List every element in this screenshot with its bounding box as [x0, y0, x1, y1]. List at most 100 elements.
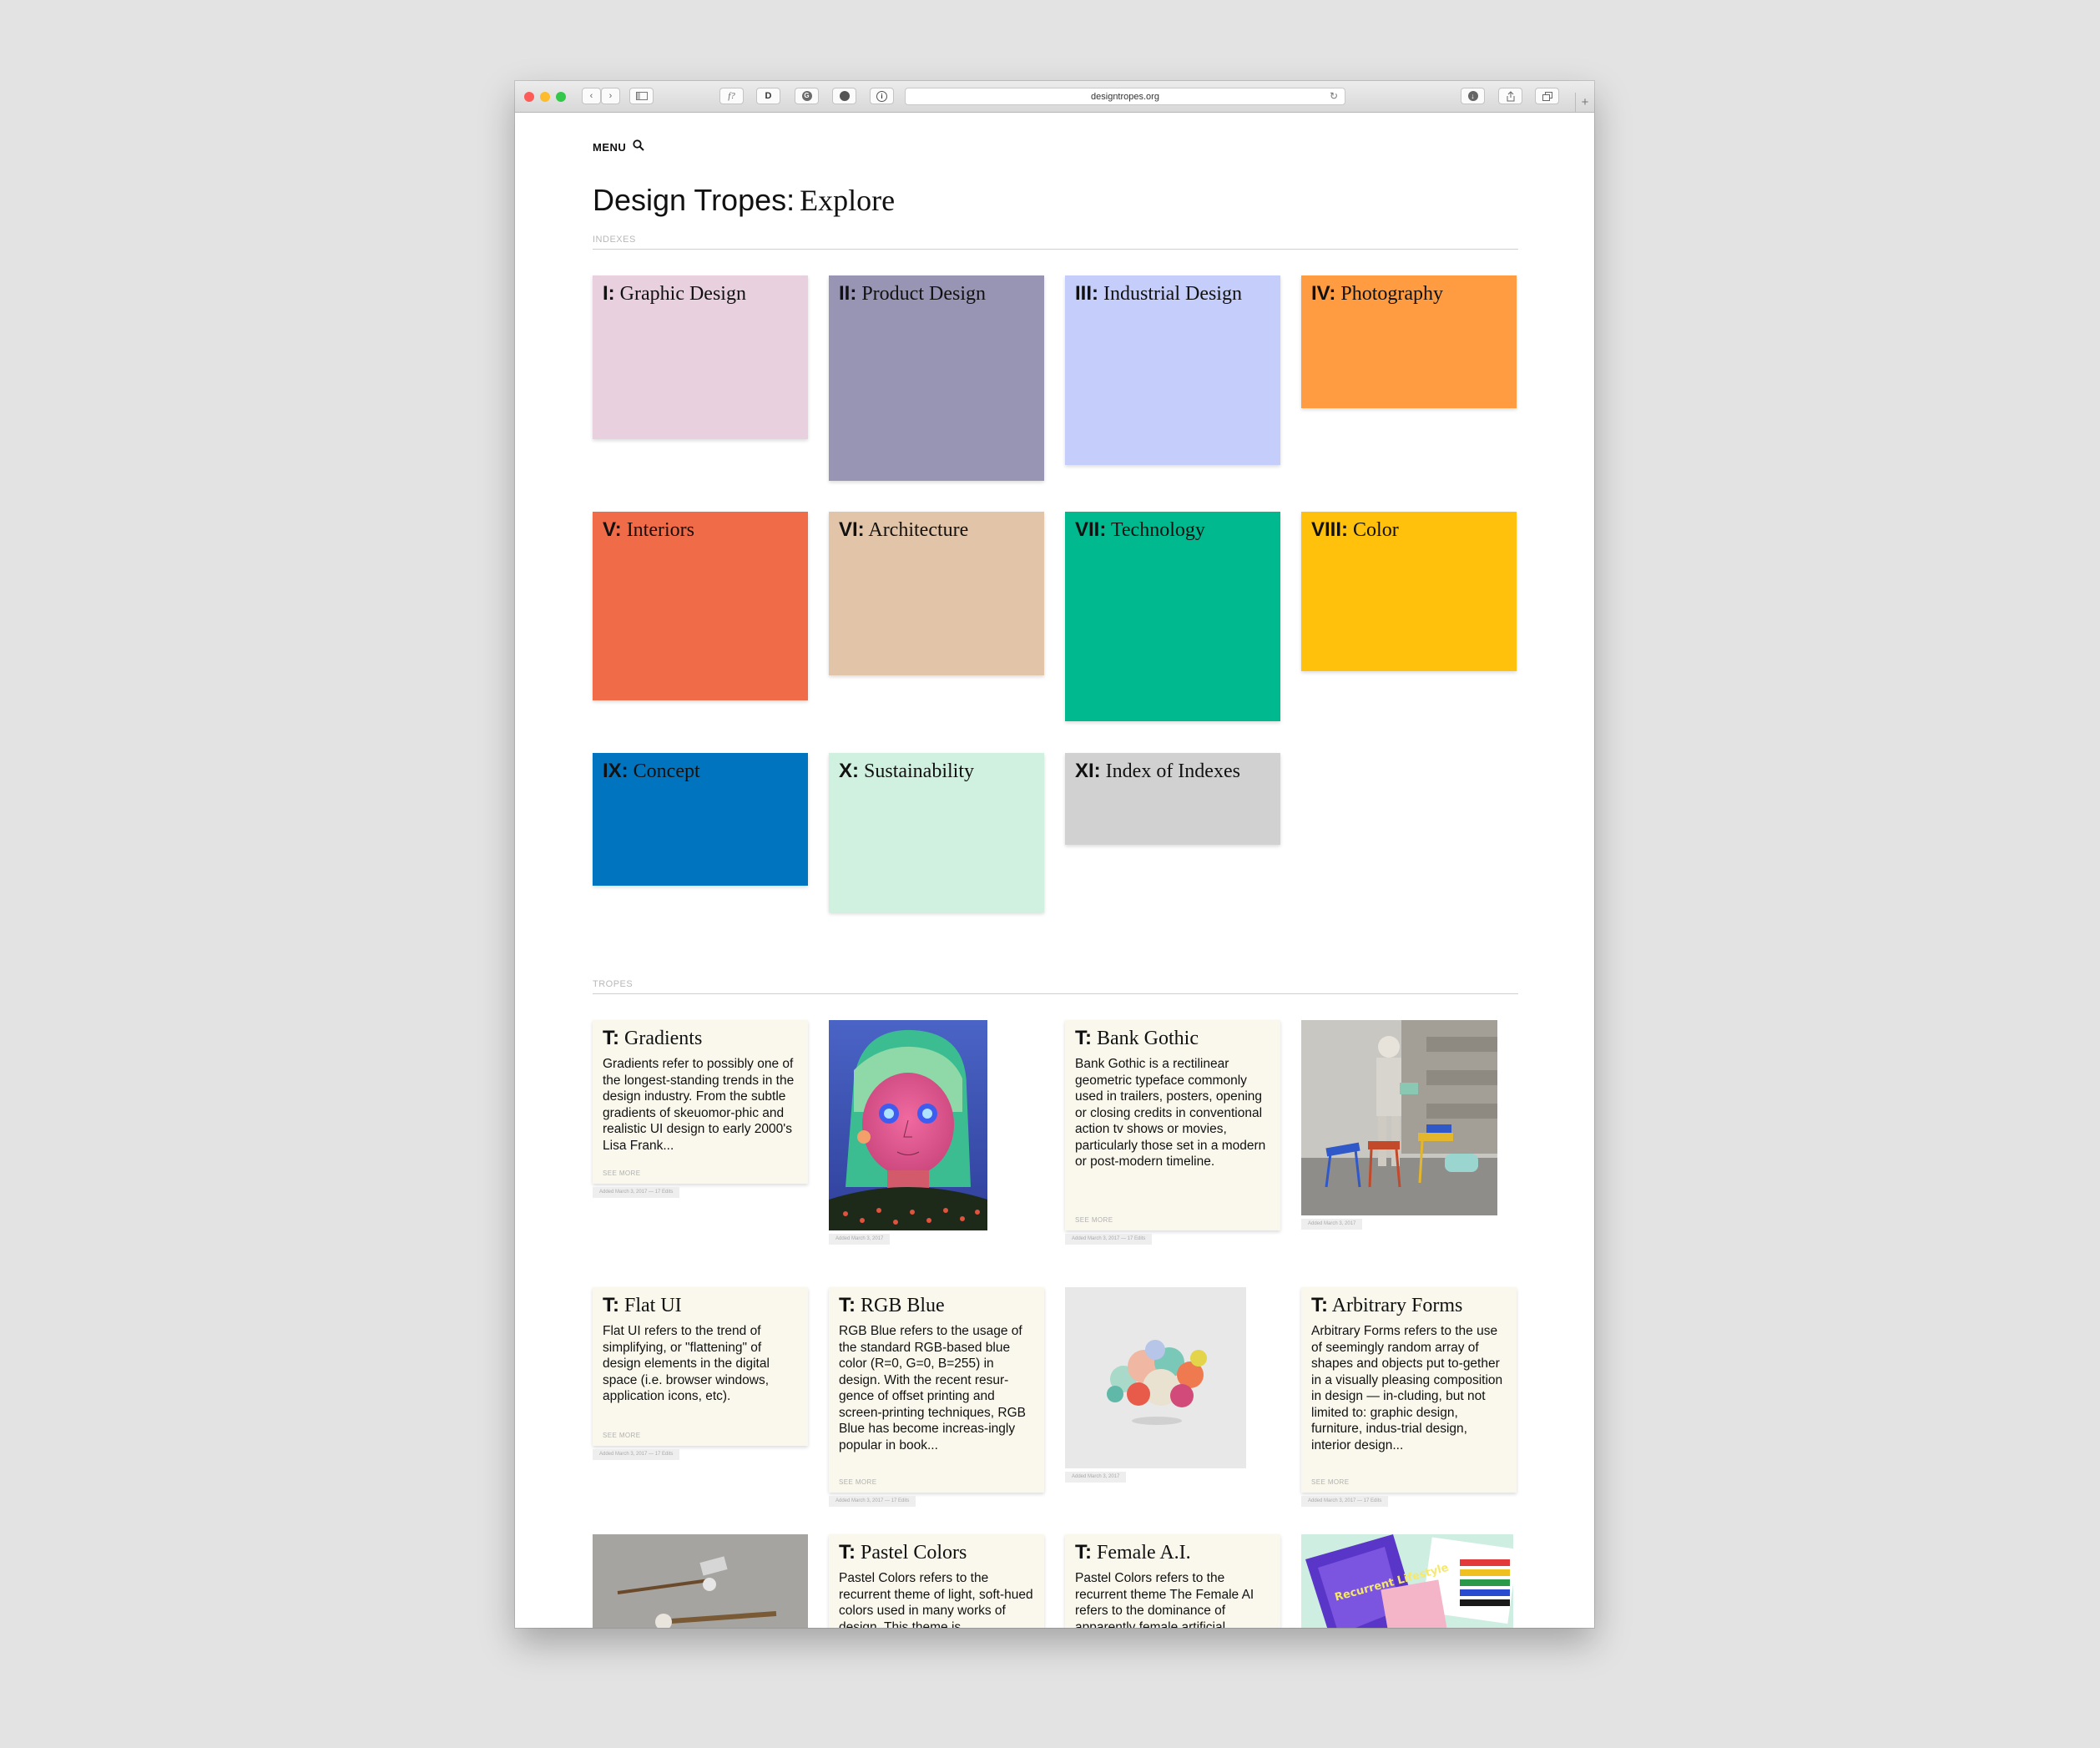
trope-meta: Added March 3, 2017 — 17 Edits [593, 1449, 680, 1460]
trope-description: Gradients refer to possibly one of the l… [603, 1057, 795, 1153]
trope-name: Gradients [624, 1028, 703, 1049]
download-icon[interactable]: ↓ [1461, 88, 1485, 104]
tabs-icon[interactable] [1535, 88, 1559, 104]
trope-title: T: Gradients [603, 1027, 702, 1050]
index-card-industrial-design[interactable]: III: Industrial Design [1065, 275, 1280, 465]
menu-label: MENU [593, 140, 627, 154]
index-card-sustainability[interactable]: X: Sustainability [829, 753, 1044, 912]
chairs-photo-image[interactable] [1301, 1020, 1497, 1215]
trope-card-bank-gothic[interactable]: T: Bank Gothic Bank Gothic is a rectilin… [1065, 1020, 1280, 1230]
index-card-title: VIII: Color [1311, 518, 1399, 542]
trope-card-pastel-colors[interactable]: T: Pastel Colors Pastel Colors refers to… [829, 1534, 1044, 1628]
index-card-title: XI: Index of Indexes [1075, 760, 1240, 783]
index-name: Sustainability [864, 760, 974, 782]
close-window-icon[interactable] [524, 92, 534, 102]
index-name: Technology [1110, 519, 1205, 541]
indexes-section-label: INDEXES [593, 235, 636, 245]
trope-name: Bank Gothic [1097, 1028, 1199, 1049]
see-more-link[interactable]: SEE MORE [839, 1478, 876, 1486]
index-numeral: VII: [1075, 518, 1107, 541]
trope-card-gradients[interactable]: T: Gradients Gradients refer to possibly… [593, 1020, 808, 1184]
address-bar[interactable]: designtropes.org ↻ [905, 88, 1345, 105]
index-name: Color [1353, 519, 1399, 541]
trope-meta: Added March 3, 2017 — 17 Edits [1301, 1496, 1389, 1507]
tropes-divider [593, 993, 1518, 994]
dribbble-extension-icon[interactable]: D [756, 88, 780, 104]
index-card-photography[interactable]: IV: Photography [1301, 275, 1517, 408]
trope-card-female-ai[interactable]: T: Female A.I. Pastel Colors refers to t… [1065, 1534, 1280, 1628]
index-card-architecture[interactable]: VI: Architecture [829, 512, 1044, 675]
back-icon[interactable]: ‹ [582, 88, 601, 104]
index-numeral: III: [1075, 282, 1098, 305]
trope-title: T: RGB Blue [839, 1294, 945, 1317]
index-numeral: VI: [839, 518, 865, 541]
index-card-color[interactable]: VIII: Color [1301, 512, 1517, 671]
trope-card-arbitrary-forms[interactable]: T: Arbitrary Forms Arbitrary Forms refer… [1301, 1287, 1517, 1493]
index-card-title: II: Product Design [839, 282, 986, 306]
browser-window: ‹ › f? D G i designtropes.org ↻ ↓ + MENU… [515, 81, 1594, 1628]
index-card-concept[interactable]: IX: Concept [593, 753, 808, 886]
reload-icon[interactable]: ↻ [1330, 90, 1338, 102]
image-meta: Added March 3, 2017 [1065, 1472, 1127, 1483]
trope-title: T: Arbitrary Forms [1311, 1294, 1462, 1317]
font-extension-icon[interactable]: f? [719, 88, 744, 104]
see-more-link[interactable]: SEE MORE [603, 1432, 640, 1439]
tools-photo-image[interactable] [593, 1534, 808, 1628]
ghostery-extension-icon[interactable] [832, 88, 856, 104]
index-name: Architecture [868, 519, 969, 541]
trope-title: T: Female A.I. [1075, 1541, 1191, 1564]
index-card-title: VII: Technology [1075, 518, 1205, 542]
minimize-window-icon[interactable] [540, 92, 550, 102]
trope-description: Arbitrary Forms refers to the use of see… [1311, 1324, 1503, 1452]
menu-button[interactable]: MENU [593, 139, 644, 154]
index-numeral: IX: [603, 760, 628, 782]
new-tab-icon[interactable]: + [1575, 93, 1594, 112]
sidebar-icon[interactable] [629, 88, 654, 104]
index-card-title: X: Sustainability [839, 760, 974, 783]
indexes-divider [593, 249, 1518, 250]
trope-name: Pastel Colors [861, 1542, 967, 1564]
index-name: Concept [633, 760, 700, 782]
address-url: designtropes.org [1091, 91, 1159, 102]
info-extension-icon[interactable]: i [870, 88, 894, 104]
index-numeral: VIII: [1311, 518, 1349, 541]
trope-description: RGB Blue refers to the usage of the stan… [839, 1324, 1027, 1452]
index-card-title: I: Graphic Design [603, 282, 746, 306]
trope-title: T: Pastel Colors [839, 1541, 967, 1564]
index-numeral: XI: [1075, 760, 1101, 782]
trope-card-flat-ui[interactable]: T: Flat UI Flat UI refers to the trend o… [593, 1287, 808, 1446]
index-numeral: IV: [1311, 282, 1336, 305]
index-numeral: V: [603, 518, 622, 541]
trope-title: T: Flat UI [603, 1294, 682, 1317]
trope-meta: Added March 3, 2017 — 17 Edits [593, 1187, 680, 1198]
trope-prefix: T: [1075, 1541, 1092, 1564]
index-card-title: IV: Photography [1311, 282, 1443, 306]
image-meta: Added March 3, 2017 [1301, 1219, 1363, 1230]
index-card-interiors[interactable]: V: Interiors [593, 512, 808, 700]
see-more-link[interactable]: SEE MORE [603, 1170, 640, 1177]
index-name: Photography [1340, 283, 1444, 305]
index-card-product-design[interactable]: II: Product Design [829, 275, 1044, 481]
sculpture-photo-image[interactable] [1065, 1287, 1246, 1468]
trope-prefix: T: [603, 1294, 619, 1316]
index-numeral: X: [839, 760, 859, 782]
index-card-index-of-indexes[interactable]: XI: Index of Indexes [1065, 753, 1280, 845]
forward-icon[interactable]: › [601, 88, 620, 104]
see-more-link[interactable]: SEE MORE [1311, 1478, 1349, 1486]
search-icon[interactable] [633, 139, 644, 154]
share-icon[interactable] [1498, 88, 1522, 104]
grammarly-extension-icon[interactable]: G [795, 88, 819, 104]
index-card-technology[interactable]: VII: Technology [1065, 512, 1280, 721]
see-more-link[interactable]: SEE MORE [1075, 1216, 1113, 1224]
magazine-photo-image[interactable]: Recurrent Lifestyle [1301, 1534, 1513, 1628]
trope-prefix: T: [603, 1027, 619, 1049]
portrait-illustration-image[interactable] [829, 1020, 987, 1230]
trope-meta: Added March 3, 2017 — 17 Edits [1065, 1234, 1153, 1245]
info-glyph: i [876, 90, 887, 102]
trope-card-rgb-blue[interactable]: T: RGB Blue RGB Blue refers to the usage… [829, 1287, 1044, 1493]
index-card-graphic-design[interactable]: I: Graphic Design [593, 275, 808, 439]
trope-prefix: T: [1311, 1294, 1328, 1316]
image-meta: Added March 3, 2017 [829, 1234, 891, 1245]
zoom-window-icon[interactable] [556, 92, 566, 102]
trope-description: Flat UI refers to the trend of simplifyi… [603, 1324, 770, 1403]
